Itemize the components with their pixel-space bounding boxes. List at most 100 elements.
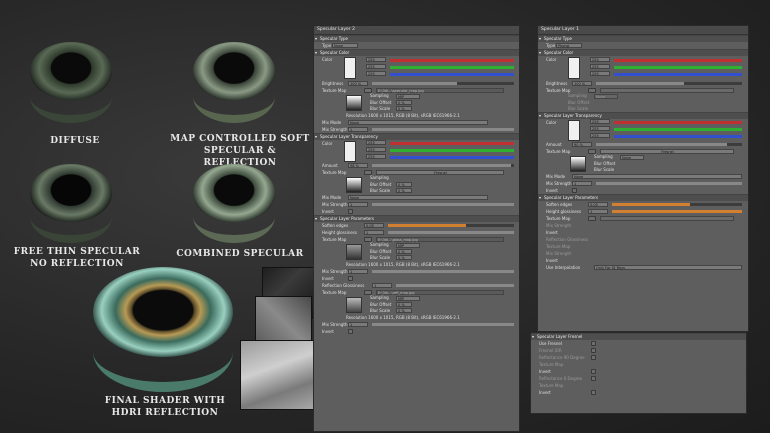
transp-b-field-right[interactable]: 255	[590, 133, 610, 138]
brightness-slider[interactable]	[372, 82, 514, 85]
transp-g-slider-right[interactable]	[614, 128, 742, 131]
transp-color-swatch-right[interactable]	[568, 120, 580, 141]
amount-slider-right[interactable]	[596, 143, 742, 146]
amount-field[interactable]: 98 %	[348, 163, 368, 168]
reflectance-90-field[interactable]	[591, 355, 596, 360]
blur-scale-field[interactable]: 0 %	[396, 106, 412, 111]
height-gloss-slider[interactable]	[388, 231, 514, 234]
section-parameters-right[interactable]: Specular Layer Parameters	[538, 194, 748, 201]
transp-r-field[interactable]: 255	[366, 140, 386, 145]
section-specular-type-right[interactable]: Specular Type	[538, 35, 748, 42]
t-mix-mode-dropdown-right[interactable]: None	[572, 174, 742, 179]
transp-r-slider-right[interactable]	[614, 121, 742, 124]
texture-map-slot-right[interactable]	[600, 88, 734, 93]
fresnel-ior-field[interactable]	[591, 348, 596, 353]
color-r-field-right[interactable]: 255	[590, 57, 610, 62]
height-gloss-field-right[interactable]: 1	[588, 209, 608, 214]
use-fresnel-checkbox[interactable]	[591, 341, 596, 346]
amount-slider[interactable]	[372, 164, 514, 167]
section-transparency[interactable]: Specular Layer Transparency	[314, 133, 519, 140]
p-texture-slot-right[interactable]	[600, 216, 734, 221]
color-swatch[interactable]	[344, 57, 356, 79]
type-dropdown[interactable]: None	[332, 43, 358, 48]
transp-texture-name[interactable]: Fresnel	[376, 170, 504, 175]
brightness-field[interactable]: 100 %	[348, 81, 368, 86]
section-specular-color-right[interactable]: Specular Color	[538, 49, 748, 56]
r-texture-path[interactable]: E:\3d\...\refl_map.jpg	[376, 290, 504, 295]
t-mix-mode-dropdown[interactable]: None	[348, 195, 488, 200]
t-mix-strength-field[interactable]: 1	[348, 202, 368, 207]
transp-g-slider[interactable]	[390, 149, 514, 152]
mix-strength-field[interactable]: 1	[348, 127, 368, 132]
p-sampling-dropdown[interactable]: MIP	[396, 243, 420, 248]
color-r-slider[interactable]	[390, 59, 514, 62]
r-sampling-dropdown[interactable]: MIP	[396, 296, 420, 301]
t-blur-offset-field[interactable]: 0 %	[396, 182, 412, 187]
color-b-slider-right[interactable]	[614, 73, 742, 76]
fresnel-invert2-checkbox[interactable]	[591, 390, 596, 395]
amount-field-right[interactable]: 90 %	[572, 142, 592, 147]
sampling-dropdown-right[interactable]: None	[594, 94, 618, 99]
transp-r-slider[interactable]	[390, 142, 514, 145]
r-blur-scale-field[interactable]: 0 %	[396, 308, 412, 313]
p-blur-scale-field[interactable]: 0 %	[396, 255, 412, 260]
section-fresnel[interactable]: Specular Layer Fresnel	[531, 333, 746, 340]
transp-b-slider[interactable]	[390, 156, 514, 159]
transp-texture-name-right[interactable]: Fresnel	[600, 149, 734, 154]
mix-strength-slider[interactable]	[372, 128, 514, 131]
t-blur-scale-field[interactable]: 0 %	[396, 188, 412, 193]
soften-slider-right[interactable]	[612, 203, 742, 206]
refl-gloss-field[interactable]: 1	[372, 283, 392, 288]
height-gloss-slider-right[interactable]	[612, 210, 742, 213]
use-interp-dropdown[interactable]: Only For GI Rays	[594, 265, 742, 270]
r-mix-strength-slider[interactable]	[372, 323, 514, 326]
fresnel-invert-checkbox[interactable]	[591, 369, 596, 374]
section-specular-color[interactable]: Specular Color	[314, 49, 519, 56]
color-b-field-right[interactable]: 255	[590, 71, 610, 76]
p-invert-checkbox[interactable]	[348, 276, 353, 281]
texture-map-path[interactable]: E:\3d\...\specular_map.jpg	[376, 88, 504, 93]
type-dropdown-right[interactable]: Phong	[556, 43, 582, 48]
invert-checkbox[interactable]	[348, 209, 353, 214]
p-mix-strength-field[interactable]: 1	[348, 269, 368, 274]
section-specular-type[interactable]: Specular Type	[314, 35, 519, 42]
color-b-field[interactable]: 255	[366, 71, 386, 76]
reflectance-0-field[interactable]	[591, 376, 596, 381]
color-r-slider-right[interactable]	[614, 59, 742, 62]
p-mix-strength-slider[interactable]	[372, 270, 514, 273]
texture-map-button-right[interactable]	[588, 88, 596, 93]
transp-color-swatch[interactable]	[344, 141, 356, 162]
sampling-dropdown[interactable]: MIP	[396, 94, 420, 99]
blur-offset-field[interactable]: 0 %	[396, 100, 412, 105]
t-mix-strength-field-right[interactable]: 1	[572, 181, 592, 186]
soften-slider[interactable]	[388, 224, 514, 227]
brightness-slider-right[interactable]	[596, 82, 742, 85]
r-blur-offset-field[interactable]: 0 %	[396, 302, 412, 307]
r-mix-strength-field[interactable]: 1	[348, 322, 368, 327]
transp-b-field[interactable]: 255	[366, 154, 386, 159]
transp-b-slider-right[interactable]	[614, 135, 742, 138]
transp-g-field[interactable]: 255	[366, 147, 386, 152]
color-g-slider-right[interactable]	[614, 66, 742, 69]
section-parameters[interactable]: Specular Layer Parameters	[314, 215, 519, 222]
mix-mode-dropdown[interactable]: None	[348, 120, 488, 125]
r-invert-checkbox[interactable]	[348, 329, 353, 334]
soften-field[interactable]: 0.05	[364, 223, 384, 228]
color-swatch-right[interactable]	[568, 57, 580, 79]
soften-field-right[interactable]: 0.05	[588, 202, 608, 207]
section-transparency-right[interactable]: Specular Layer Transparency	[538, 112, 748, 119]
invert-checkbox-right[interactable]	[572, 188, 577, 193]
color-g-slider[interactable]	[390, 66, 514, 69]
t-sampling-dropdown-right[interactable]: None	[620, 155, 644, 160]
brightness-field-right[interactable]: 100 %	[572, 81, 592, 86]
color-g-field-right[interactable]: 255	[590, 64, 610, 69]
p-blur-offset-field[interactable]: 0 %	[396, 249, 412, 254]
t-mix-strength-slider-right[interactable]	[596, 182, 742, 185]
t-mix-strength-slider[interactable]	[372, 203, 514, 206]
color-r-field[interactable]: 255	[366, 57, 386, 62]
refl-gloss-slider[interactable]	[396, 284, 514, 287]
height-gloss-field[interactable]: 1	[364, 230, 384, 235]
color-g-field[interactable]: 255	[366, 64, 386, 69]
p-texture-path[interactable]: E:\3d\...\gloss_map.jpg	[376, 237, 504, 242]
transp-r-field-right[interactable]: 255	[590, 119, 610, 124]
